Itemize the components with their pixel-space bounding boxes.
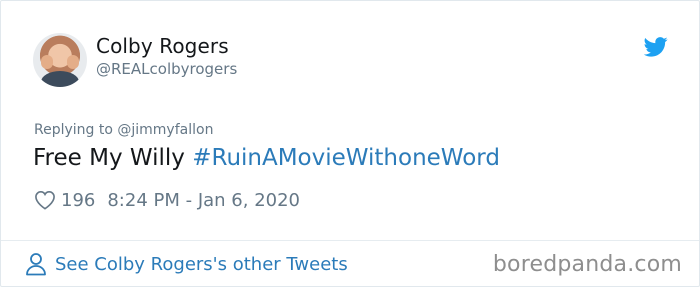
avatar[interactable] bbox=[33, 33, 87, 87]
tweet-timestamp[interactable]: 8:24 PM - Jan 6, 2020 bbox=[107, 190, 300, 211]
see-other-tweets-label: See Colby Rogers's other Tweets bbox=[55, 253, 348, 275]
author-name[interactable]: Colby Rogers bbox=[96, 34, 229, 58]
tweet-meta: 196 8:24 PM - Jan 6, 2020 bbox=[34, 187, 300, 213]
divider bbox=[1, 240, 699, 241]
replying-to-label: Replying to @jimmyfallon bbox=[34, 122, 214, 138]
tweet-text: Free My Willy #RuinAMovieWithoneWord bbox=[33, 145, 500, 171]
avatar-shirt bbox=[41, 71, 79, 87]
avatar-hand-right bbox=[67, 55, 79, 69]
watermark: boredpanda.com bbox=[492, 252, 682, 277]
see-other-tweets-link[interactable]: See Colby Rogers's other Tweets bbox=[25, 250, 348, 278]
author-handle[interactable]: @REALcolbyrogers bbox=[96, 60, 237, 78]
heart-icon[interactable] bbox=[34, 190, 56, 210]
avatar-hand-left bbox=[41, 55, 53, 69]
tweet-card: Colby Rogers @REALcolbyrogers Replying t… bbox=[0, 0, 700, 287]
hashtag-link[interactable]: #RuinAMovieWithoneWord bbox=[192, 145, 500, 171]
twitter-bird-icon[interactable] bbox=[644, 37, 668, 57]
person-icon bbox=[26, 253, 46, 276]
like-count[interactable]: 196 bbox=[61, 190, 95, 211]
tweet-body: Free My Willy bbox=[33, 145, 193, 171]
